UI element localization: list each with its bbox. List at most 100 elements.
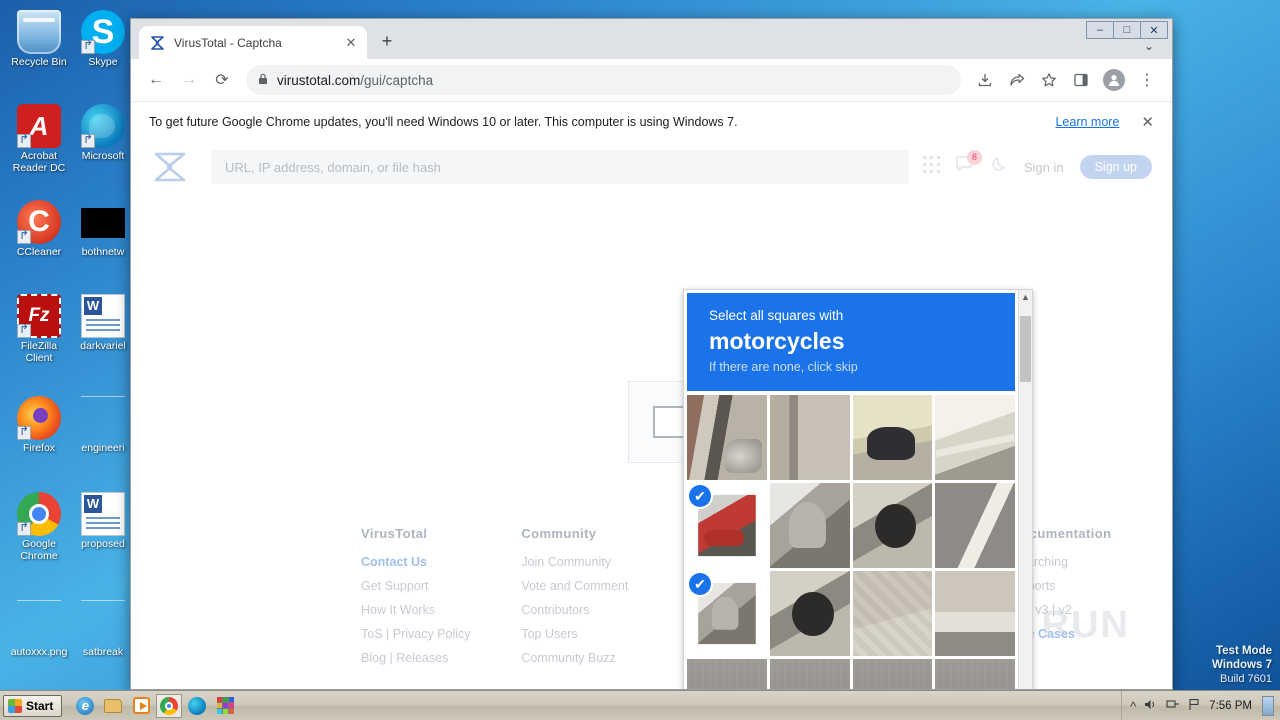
- taskbar-clock[interactable]: 7:56 PM: [1209, 700, 1252, 712]
- desktop-icon-firefox[interactable]: Firefox: [8, 396, 70, 455]
- captcha-tile-photo: [852, 395, 933, 480]
- close-button[interactable]: ✕: [1140, 21, 1168, 39]
- infobar-close-icon[interactable]: ✕: [1141, 113, 1154, 131]
- footer-link-use-cases[interactable]: Use Cases: [1012, 627, 1172, 641]
- dark-mode-moon-icon[interactable]: [991, 156, 1008, 178]
- desktop-icon-microsoft[interactable]: Microsoft: [72, 104, 134, 163]
- captcha-tile-10[interactable]: [852, 571, 933, 656]
- desktop-icon-proposed[interactable]: proposed: [72, 492, 134, 551]
- address-bar[interactable]: virustotal.com/gui/captcha: [246, 65, 961, 95]
- footer-link-vote-and-comment[interactable]: Vote and Comment: [521, 579, 681, 593]
- virustotal-search-input[interactable]: URL, IP address, domain, or file hash: [211, 150, 909, 184]
- vertical-scroll-thumb[interactable]: [1020, 316, 1031, 382]
- footer-link-join-community[interactable]: Join Community: [521, 555, 681, 569]
- tab-close-icon[interactable]: ✕: [343, 35, 359, 51]
- icon-art: [81, 294, 125, 338]
- minimize-button[interactable]: –: [1086, 21, 1114, 39]
- footer-link-contact-us[interactable]: Contact Us: [361, 555, 521, 569]
- captcha-tile-1[interactable]: [769, 395, 850, 480]
- captcha-tile-photo: [935, 483, 1015, 568]
- virustotal-logo-icon[interactable]: [145, 148, 197, 186]
- captcha-tile-9[interactable]: [769, 571, 850, 656]
- install-app-icon[interactable]: [970, 65, 1000, 95]
- tab-strip: VirusTotal - Captcha ✕ + ⌄ – □ ✕: [131, 19, 1172, 59]
- captcha-tile-11[interactable]: [935, 571, 1015, 656]
- footer-link-searching[interactable]: Searching: [1012, 555, 1172, 569]
- footer-link-blog-releases[interactable]: Blog | Releases: [361, 651, 521, 665]
- notifications-icon[interactable]: 8: [956, 149, 982, 179]
- word-icon: [81, 294, 125, 338]
- scroll-up-arrow-icon[interactable]: ▲: [1021, 290, 1030, 304]
- captcha-tile-0[interactable]: [687, 395, 767, 480]
- captcha-vertical-scrollbar[interactable]: ▲ ▼: [1018, 290, 1032, 689]
- captcha-prompt-line3: If there are none, click skip: [709, 360, 858, 374]
- show-hidden-icons-icon[interactable]: ^: [1130, 699, 1136, 714]
- captcha-tile-14[interactable]: [852, 659, 933, 689]
- footer-link-get-support[interactable]: Get Support: [361, 579, 521, 593]
- browser-tab[interactable]: VirusTotal - Captcha ✕: [139, 26, 367, 59]
- learn-more-link[interactable]: Learn more: [1055, 115, 1119, 129]
- footer-link-api-v3-v2[interactable]: API v3 | v2: [1012, 603, 1172, 617]
- taskbar-color-grid-app[interactable]: [212, 694, 238, 718]
- desktop-icon-recycle-bin[interactable]: Recycle Bin: [8, 10, 70, 69]
- acrobat-icon: [17, 104, 61, 148]
- captcha-tile-image: [852, 659, 933, 689]
- captcha-tile-3[interactable]: [935, 395, 1015, 480]
- new-tab-button[interactable]: +: [373, 28, 401, 56]
- desktop-icon-acrobat-reader-dc[interactable]: Acrobat Reader DC: [8, 104, 70, 174]
- footer-link-tos-privacy-policy[interactable]: ToS | Privacy Policy: [361, 627, 521, 641]
- taskbar-microsoft-edge[interactable]: [184, 694, 210, 718]
- footer-link-top-users[interactable]: Top Users: [521, 627, 681, 641]
- desktop-icon-ccleaner[interactable]: CCleaner: [8, 200, 70, 259]
- maximize-button[interactable]: □: [1113, 21, 1141, 39]
- captcha-tile-12[interactable]: [687, 659, 767, 689]
- footer-link-how-it-works[interactable]: How It Works: [361, 603, 521, 617]
- volume-icon[interactable]: [1144, 698, 1158, 714]
- upload-square-icon: [653, 406, 685, 438]
- footer-link-contributors[interactable]: Contributors: [521, 603, 681, 617]
- captcha-tile-15[interactable]: [935, 659, 1015, 689]
- action-center-flag-icon[interactable]: [1188, 698, 1201, 714]
- profile-avatar[interactable]: [1103, 69, 1125, 91]
- file-explorer-icon: [104, 698, 123, 713]
- captcha-tile-6[interactable]: [852, 483, 933, 568]
- taskbar-media-player[interactable]: [128, 694, 154, 718]
- desktop-icon-skype[interactable]: Skype: [72, 10, 134, 69]
- desktop-icon-darkvariel[interactable]: darkvariel: [72, 294, 134, 353]
- captcha-tile-5[interactable]: [769, 483, 850, 568]
- share-icon[interactable]: [1002, 65, 1032, 95]
- show-desktop-button[interactable]: [1262, 696, 1274, 716]
- captcha-tile-4[interactable]: ✔: [687, 483, 767, 568]
- back-button[interactable]: ←: [141, 65, 171, 95]
- sign-in-link[interactable]: Sign in: [1024, 160, 1064, 175]
- captcha-tile-7[interactable]: [935, 483, 1015, 568]
- chrome-menu-icon[interactable]: ⋮: [1132, 65, 1162, 95]
- captcha-tile-2[interactable]: [852, 395, 933, 480]
- taskbar-file-explorer[interactable]: [100, 694, 126, 718]
- footer-link-community-buzz[interactable]: Community Buzz: [521, 651, 681, 665]
- taskbar-internet-explorer[interactable]: [72, 694, 98, 718]
- tab-search-chevron-icon[interactable]: ⌄: [1144, 39, 1154, 53]
- footer-link-reports[interactable]: Reports: [1012, 579, 1172, 593]
- captcha-tile-13[interactable]: [769, 659, 850, 689]
- system-tray: ^ 7:56 PM: [1121, 691, 1280, 720]
- captcha-tile-image: [852, 571, 933, 656]
- desktop-icon-google-chrome[interactable]: Google Chrome: [8, 492, 70, 562]
- desktop-icon-engineeri[interactable]: engineeri: [72, 396, 134, 455]
- side-panel-icon[interactable]: [1066, 65, 1096, 95]
- desktop-icon-autoxxx-png[interactable]: autoxxx.png: [8, 600, 70, 659]
- test-mode-line1: Test Mode: [1215, 645, 1272, 657]
- desktop-icon-satbreak[interactable]: satbreak: [72, 600, 134, 659]
- captcha-tile-8[interactable]: ✔: [687, 571, 767, 656]
- network-icon[interactable]: [1166, 698, 1180, 714]
- sign-up-button[interactable]: Sign up: [1079, 155, 1152, 179]
- recaptcha-challenge-dialog: Select all squares with motorcycles If t…: [683, 289, 1033, 689]
- bookmark-star-icon[interactable]: [1034, 65, 1064, 95]
- desktop-icon-bothnetw[interactable]: bothnetw: [72, 200, 134, 259]
- reload-button[interactable]: ⟳: [207, 65, 237, 95]
- start-button[interactable]: Start: [3, 694, 63, 717]
- apps-grid-icon[interactable]: [922, 156, 940, 178]
- desktop-icon-filezilla-client[interactable]: FileZilla Client: [8, 294, 70, 364]
- taskbar-google-chrome[interactable]: [156, 693, 183, 718]
- captcha-tile-photo: [935, 571, 1015, 656]
